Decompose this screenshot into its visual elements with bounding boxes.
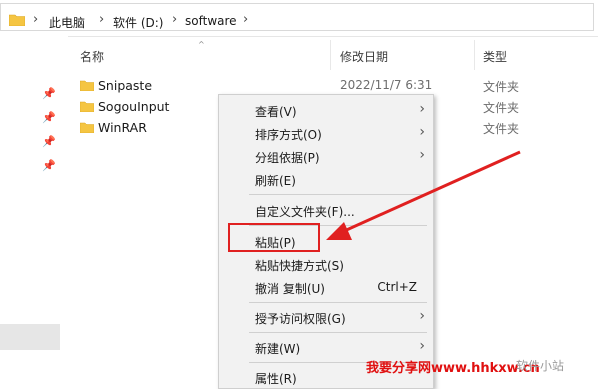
column-header-type[interactable]: 类型 xyxy=(483,48,507,65)
file-type: 文件夹 xyxy=(483,80,520,94)
breadcrumb-software[interactable]: software xyxy=(185,14,237,28)
menu-item-label: 新建(W) xyxy=(255,342,301,356)
column-header-date[interactable]: 修改日期 xyxy=(340,48,388,65)
breadcrumb-separator-icon: › xyxy=(243,12,249,27)
menu-item-shortcut: Ctrl+Z xyxy=(377,280,417,294)
menu-item-give-access[interactable]: 授予访问权限(G) › xyxy=(219,306,433,328)
menu-item-label: 查看(V) xyxy=(255,105,297,119)
menu-separator xyxy=(249,302,427,303)
menu-item-label: 授予访问权限(G) xyxy=(255,312,346,326)
folder-icon xyxy=(80,101,94,112)
file-name: WinRAR xyxy=(98,120,147,135)
menu-item-label: 刷新(E) xyxy=(255,174,296,188)
breadcrumb-drive-d[interactable]: 软件 (D:) xyxy=(113,14,163,31)
pin-icon: 📌 xyxy=(42,87,56,100)
file-type: 文件夹 xyxy=(483,101,520,115)
pin-icon: 📌 xyxy=(42,111,56,124)
menu-item-group[interactable]: 分组依据(P) › xyxy=(219,145,433,167)
menu-item-paste-shortcut[interactable]: 粘贴快捷方式(S) xyxy=(219,253,433,275)
file-row[interactable]: Snipaste 2022/11/7 6:31 文件夹 xyxy=(70,76,598,96)
menu-separator xyxy=(249,194,427,195)
breadcrumb-this-pc[interactable]: 此电脑 xyxy=(49,14,85,31)
navigation-pane: 📌 📌 📌 📌 xyxy=(0,36,68,389)
menu-item-label: 粘贴快捷方式(S) xyxy=(255,259,344,273)
file-name: Snipaste xyxy=(98,78,153,93)
chevron-right-icon: › xyxy=(419,308,425,324)
menu-item-undo-copy[interactable]: 撤消 复制(U) Ctrl+Z xyxy=(219,276,433,298)
chevron-right-icon: › xyxy=(419,147,425,163)
address-box[interactable]: › 此电脑 › 软件 (D:) › software › xyxy=(0,3,594,31)
file-type: 文件夹 xyxy=(483,122,520,136)
breadcrumb-separator-icon: › xyxy=(99,12,105,27)
chevron-right-icon: › xyxy=(419,338,425,354)
highlight-box xyxy=(228,223,320,252)
column-header-name[interactable]: 名称 xyxy=(80,48,104,65)
menu-item-label: 自定义文件夹(F)... xyxy=(255,205,355,219)
folder-icon xyxy=(9,14,25,26)
folder-icon xyxy=(80,80,94,91)
column-divider[interactable] xyxy=(330,40,331,70)
breadcrumb-separator-icon: › xyxy=(172,12,178,27)
pin-icon: 📌 xyxy=(42,159,56,172)
sort-ascending-icon: ^ xyxy=(198,40,205,49)
pin-icon: 📌 xyxy=(42,135,56,148)
menu-item-view[interactable]: 查看(V) › xyxy=(219,99,433,121)
menu-item-label: 属性(R) xyxy=(255,372,297,386)
menu-item-label: 排序方式(O) xyxy=(255,128,322,142)
breadcrumb-separator-icon: › xyxy=(33,12,39,27)
watermark-faint-text: 软件小站 xyxy=(516,359,565,373)
folder-icon xyxy=(80,122,94,133)
column-divider[interactable] xyxy=(474,40,475,70)
menu-item-label: 分组依据(P) xyxy=(255,151,320,165)
menu-item-new[interactable]: 新建(W) › xyxy=(219,336,433,358)
address-bar: › 此电脑 › 软件 (D:) › software › xyxy=(0,0,598,37)
menu-item-label: 撤消 复制(U) xyxy=(255,282,325,296)
watermark-text: 我要分享网www.hhkxw.cn xyxy=(366,361,540,376)
nav-selected-item[interactable] xyxy=(0,324,60,350)
file-date: 2022/11/7 6:31 xyxy=(340,78,433,92)
chevron-right-icon: › xyxy=(419,124,425,140)
chevron-right-icon: › xyxy=(419,101,425,117)
file-name: SogouInput xyxy=(98,99,170,114)
menu-item-customize-folder[interactable]: 自定义文件夹(F)... xyxy=(219,199,433,221)
menu-item-refresh[interactable]: 刷新(E) xyxy=(219,168,433,190)
menu-item-sort[interactable]: 排序方式(O) › xyxy=(219,122,433,144)
menu-separator xyxy=(249,332,427,333)
